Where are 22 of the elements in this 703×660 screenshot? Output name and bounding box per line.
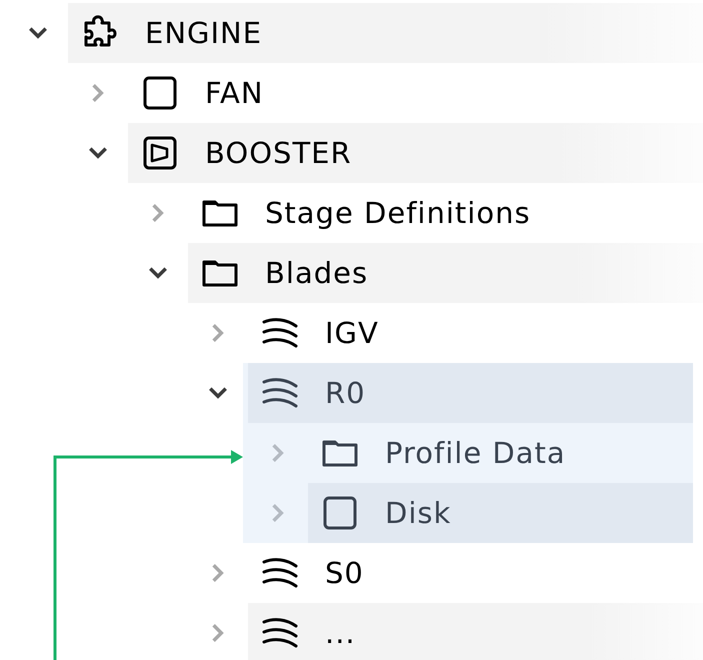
- tree-item-label: ENGINE: [145, 16, 262, 50]
- tree-row[interactable]: ...: [248, 603, 703, 660]
- tree-item-label: Blades: [265, 256, 368, 290]
- tree-item-label: IGV: [325, 316, 379, 350]
- tree-item-label: S0: [325, 556, 364, 590]
- tree-row[interactable]: Profile Data: [308, 423, 693, 483]
- tree-row[interactable]: BOOSTER: [128, 123, 703, 183]
- tree-row[interactable]: Blades: [188, 243, 703, 303]
- tree-row[interactable]: Disk: [308, 483, 693, 543]
- tree-item-label: Stage Definitions: [265, 196, 531, 230]
- tree-item-label: FAN: [205, 76, 264, 110]
- tree-item-label: BOOSTER: [205, 136, 352, 170]
- tree-item-label: ...: [325, 616, 356, 650]
- tree-item-label: R0: [325, 376, 366, 410]
- tree-row[interactable]: Stage Definitions: [188, 183, 703, 243]
- tree-row[interactable]: ENGINE: [68, 3, 703, 63]
- tree-row[interactable]: IGV: [248, 303, 703, 363]
- tree-row[interactable]: R0: [248, 363, 693, 423]
- tree-item-label: Profile Data: [385, 436, 566, 470]
- tree-item-label: Disk: [385, 496, 452, 530]
- tree-row[interactable]: FAN: [128, 63, 703, 123]
- tree-row[interactable]: S0: [248, 543, 703, 603]
